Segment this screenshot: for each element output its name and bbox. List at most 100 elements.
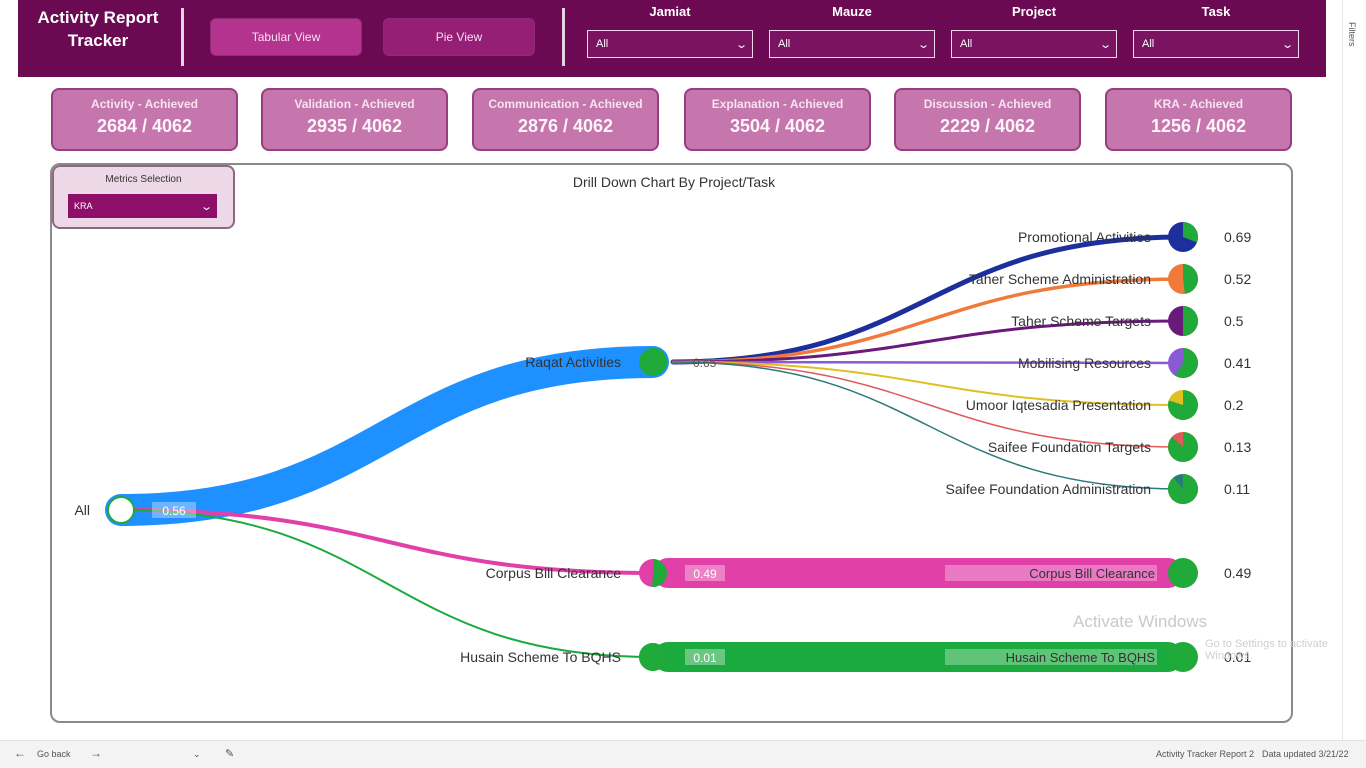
filter-label: Task: [1201, 4, 1231, 19]
report-name: Activity Tracker Report 2: [1156, 749, 1255, 759]
filters-pane-collapsed[interactable]: Filters: [1342, 0, 1366, 740]
link-raqat-6: [672, 361, 1184, 490]
filter-project: Project All ⌄: [951, 4, 1117, 58]
filters-tab[interactable]: Filters: [1347, 22, 1357, 47]
level2-node-6-slice: [1168, 474, 1199, 505]
level2-label: Taher Scheme Administration: [969, 271, 1151, 287]
level2-label: Saifee Foundation Administration: [946, 481, 1151, 497]
metrics-selection-panel: Metrics Selection KRA ⌄: [52, 165, 235, 229]
root-value: 0.56: [162, 504, 186, 518]
kpi-label: Discussion - Achieved: [923, 97, 1052, 111]
mauze-select[interactable]: All ⌄: [769, 30, 935, 58]
level2-label: Saifee Foundation Targets: [988, 439, 1151, 455]
level2-label: Taher Scheme Targets: [1011, 313, 1151, 329]
task-select[interactable]: All ⌄: [1133, 30, 1299, 58]
level2-node-1-slice: [1183, 264, 1198, 294]
bottom-status-bar: ← Go back → ⌄ ✎ Activity Tracker Report …: [0, 740, 1366, 768]
bar-name-label: Husain Scheme To BQHS: [1006, 650, 1156, 665]
kpi-label: Explanation - Achieved: [711, 97, 844, 111]
level2-value: 0.69: [1224, 229, 1251, 245]
chevron-down-icon: ⌄: [1280, 38, 1294, 51]
tabular-view-button[interactable]: Tabular View: [210, 18, 362, 56]
bar-name-label: Corpus Bill Clearance: [1029, 566, 1155, 581]
forward-arrow-icon[interactable]: →: [90, 746, 102, 760]
kpi-card-explanation: Explanation - Achieved 3504 / 4062: [684, 88, 871, 151]
kpi-label: Activity - Achieved: [91, 97, 198, 111]
level2-value: 0.52: [1224, 271, 1251, 287]
level2-node-2-slice: [1183, 306, 1198, 336]
kpi-card-communication: Communication - Achieved 2876 / 4062: [472, 88, 659, 151]
level2-value: 0.2: [1224, 397, 1244, 413]
link-root-0: [105, 346, 669, 526]
kpi-label: Communication - Achieved: [488, 97, 643, 111]
metrics-selection-label: Metrics Selection: [105, 174, 182, 185]
kpi-value: 3504 / 4062: [729, 116, 826, 136]
filter-label: Mauze: [832, 4, 872, 19]
filter-value: All: [778, 38, 791, 50]
level2-value: 0.49: [1224, 565, 1251, 581]
kpi-card-kra: KRA - Achieved 1256 / 4062: [1105, 88, 1292, 151]
root-node[interactable]: [107, 496, 135, 524]
app-title: Activity Report Tracker: [37, 8, 159, 50]
root-label: All: [74, 502, 90, 518]
level2-label: Umoor Iqtesadia Presentation: [966, 397, 1151, 413]
level2-node-8[interactable]: [1168, 642, 1198, 672]
kpi-card-discussion: Discussion - Achieved 2229 / 4062: [894, 88, 1081, 151]
level1-value: 0.65: [693, 356, 717, 370]
filter-task: Task All ⌄: [1133, 4, 1299, 58]
level2-node-7[interactable]: [1168, 558, 1198, 588]
bar-value-label: 0.01: [693, 651, 717, 665]
drill-down-chart: Drill Down Chart By Project/Task 0.49 Cor…: [74, 174, 1251, 672]
back-arrow-icon[interactable]: ←: [14, 746, 26, 760]
level2-value: 0.41: [1224, 355, 1251, 371]
pie-view-button[interactable]: Pie View: [383, 18, 535, 56]
kpi-value: 2876 / 4062: [517, 116, 614, 136]
header-bar: Activity Report Tracker Tabular View Pie…: [18, 0, 1326, 77]
filter-value: All: [596, 38, 609, 50]
filter-jamiat: Jamiat All ⌄: [587, 4, 753, 58]
level2-value: 0.13: [1224, 439, 1251, 455]
link-raqat-0: [670, 234, 1186, 365]
link-root-2: [120, 509, 654, 658]
level2-value: 0.5: [1224, 313, 1244, 329]
header-divider: [562, 8, 565, 66]
chart-nodes: 0.49 Corpus Bill Clearance 0.01 Husain Sche…: [74, 222, 1251, 672]
chevron-down-icon: ⌄: [734, 38, 748, 51]
level1-label: Corpus Bill Clearance: [486, 565, 622, 581]
level2-value: 0.11: [1224, 481, 1250, 497]
chevron-down-icon: ⌄: [199, 200, 213, 213]
kpi-value: 2684 / 4062: [96, 116, 193, 136]
filter-value: All: [1142, 38, 1155, 50]
filter-value: All: [960, 38, 973, 50]
edit-pencil-icon[interactable]: ✎: [225, 747, 234, 760]
filter-mauze: Mauze All ⌄: [769, 4, 935, 58]
chart-title: Drill Down Chart By Project/Task: [573, 174, 776, 190]
kpi-label: KRA - Achieved: [1153, 97, 1244, 111]
level2-label: Mobilising Resources: [1018, 355, 1151, 371]
kpi-label: Validation - Achieved: [294, 97, 415, 111]
jamiat-select[interactable]: All ⌄: [587, 30, 753, 58]
level1-label: Raqat Activities: [525, 354, 621, 370]
filter-label: Project: [1011, 4, 1057, 19]
chevron-down-icon: ⌄: [916, 38, 930, 51]
metrics-value: KRA: [74, 201, 93, 211]
report-page: Activity Report Tracker Tabular View Pie…: [0, 0, 1366, 768]
bar-value-label: 0.49: [693, 567, 717, 581]
drill-down-chart-panel: Drill Down Chart By Project/Task 0.49 Cor…: [50, 163, 1293, 723]
metrics-select[interactable]: KRA ⌄: [68, 194, 217, 218]
project-select[interactable]: All ⌄: [951, 30, 1117, 58]
filter-label: Jamiat: [649, 4, 691, 19]
level2-label: Promotional Activities: [1018, 229, 1151, 245]
chevron-down-icon: ⌄: [1098, 38, 1112, 51]
kpi-value: 1256 / 4062: [1150, 116, 1247, 136]
kpi-card-validation: Validation - Achieved 2935 / 4062: [261, 88, 448, 151]
page-dropdown-icon[interactable]: ⌄: [193, 749, 201, 760]
data-updated: Data updated 3/21/22: [1262, 749, 1349, 759]
kpi-value: 2935 / 4062: [306, 116, 403, 136]
header-divider: [181, 8, 184, 66]
kpi-value: 2229 / 4062: [939, 116, 1036, 136]
activate-windows-watermark: Activate Windows: [1073, 612, 1208, 631]
kpi-card-activity: Activity - Achieved 2684 / 4062: [51, 88, 238, 151]
level1-label: Husain Scheme To BQHS: [460, 649, 621, 665]
go-back-link[interactable]: Go back: [37, 749, 71, 759]
